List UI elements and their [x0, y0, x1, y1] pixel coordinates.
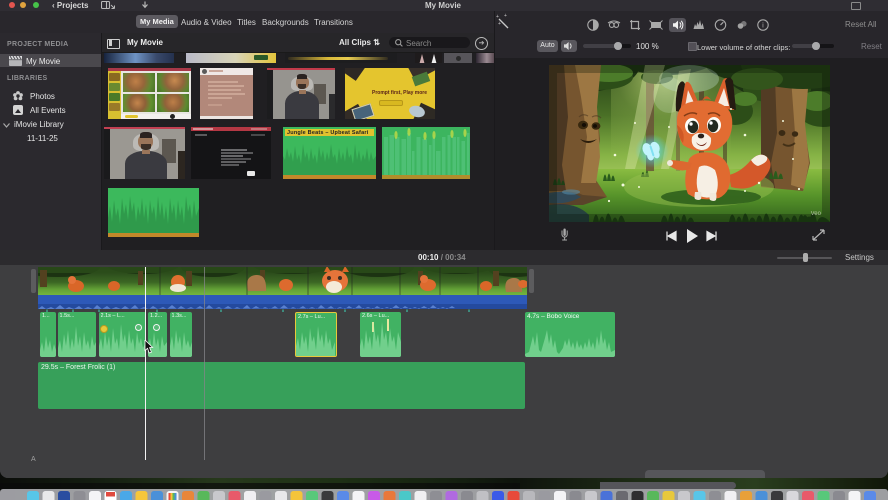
- svg-text:+: +: [504, 13, 507, 19]
- svg-text:+: +: [498, 21, 501, 27]
- svg-text:Veo: Veo: [811, 211, 822, 217]
- svg-text:+: +: [496, 14, 499, 20]
- svg-text:i: i: [762, 21, 764, 30]
